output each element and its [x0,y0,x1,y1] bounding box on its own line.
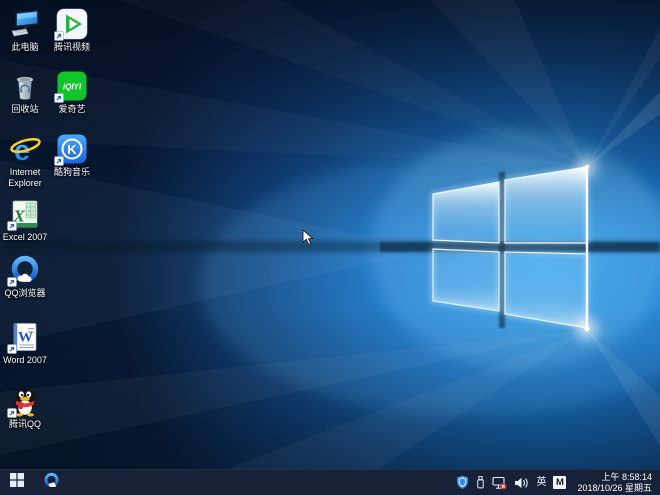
desktop-icon-iqiyi[interactable]: iQIYI 爱奇艺 [40,70,104,115]
ime-indicator[interactable]: M [553,476,566,489]
kugou-music-icon: K [56,133,88,165]
security-shield-icon[interactable] [456,470,469,495]
icon-label: 酷狗音乐 [54,167,90,178]
desktop-icon-tencent-qq[interactable]: 腾讯QQ [0,385,57,430]
windows-desktop: 此电脑 腾讯视频 [0,0,660,495]
qq-browser-icon [43,472,60,494]
language-indicator[interactable]: 英 [536,470,546,495]
tencent-qq-icon [9,385,41,417]
clock-time: 上午 8:58:14 [577,472,652,483]
desktop-icon-tencent-video[interactable]: 腾讯视频 [40,8,104,53]
desktop-icon-qq-browser[interactable]: QQ浏览器 [0,254,57,299]
shortcut-arrow-icon [54,156,64,166]
shortcut-arrow-icon [7,408,17,418]
icon-label: Excel 2007 [3,232,48,243]
clock-date: 2018/10/26 星期五 [577,483,652,494]
qq-browser-icon [9,254,41,286]
icon-label: 爱奇艺 [58,104,85,115]
shortcut-arrow-icon [7,344,17,354]
desktop-icon-excel-2007[interactable]: X Excel 2007 [0,198,57,243]
svg-text:iQIYI: iQIYI [63,83,82,92]
icon-label: 腾讯QQ [9,419,41,430]
internet-explorer-icon: e [9,133,41,165]
start-button[interactable] [0,470,34,495]
word-icon: W [9,321,41,353]
usb-device-icon[interactable] [476,470,485,495]
svg-text:W: W [18,330,33,346]
taskbar-clock[interactable]: 上午 8:58:14 2018/10/26 星期五 [573,472,655,493]
tencent-video-icon [56,8,88,40]
desktop-icon-kugou-music[interactable]: K 酷狗音乐 [40,133,104,178]
icon-label: 此电脑 [11,42,38,53]
recycle-bin-icon [9,70,41,102]
system-tray: 英 M 上午 8:58:14 2018/10/26 星期五 [456,470,660,495]
network-disconnected-icon[interactable] [492,470,507,495]
iqiyi-icon: iQIYI [56,70,88,102]
svg-text:K: K [67,142,77,157]
taskbar-item-qq-browser[interactable] [34,470,68,495]
desktop-icon-word-2007[interactable]: W Word 2007 [0,321,57,366]
icon-label: QQ浏览器 [4,288,45,299]
shortcut-arrow-icon [7,221,17,231]
taskbar: 英 M 上午 8:58:14 2018/10/26 星期五 [0,469,660,495]
shortcut-arrow-icon [7,277,17,287]
shortcut-arrow-icon [54,31,64,41]
icon-label: 回收站 [11,104,38,115]
this-pc-icon [9,8,41,40]
icon-label: Word 2007 [3,355,47,366]
windows-logo-icon [10,473,24,492]
volume-icon[interactable] [514,470,529,495]
excel-icon: X [9,198,41,230]
shortcut-arrow-icon [54,93,64,103]
icon-label: 腾讯视频 [54,42,90,53]
